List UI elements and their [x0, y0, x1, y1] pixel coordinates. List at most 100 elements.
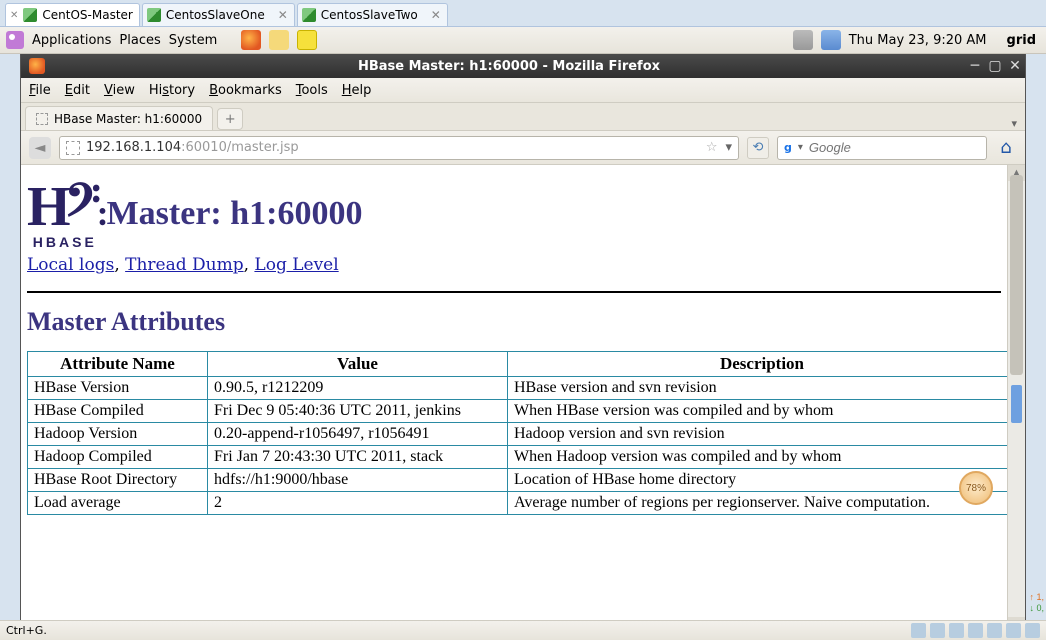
status-icon[interactable]	[1025, 623, 1040, 638]
vm-tab-strip: ✕ CentOS-Master CentosSlaveOne ✕ CentosS…	[0, 0, 1046, 27]
search-bar[interactable]: g ▾	[777, 136, 987, 160]
close-button[interactable]: ✕	[1005, 58, 1025, 74]
link-local-logs[interactable]: Local logs	[27, 255, 114, 275]
tab-list-dropdown[interactable]: ▾	[1011, 117, 1017, 130]
zoom-level-badge[interactable]: 78%	[959, 471, 993, 505]
table-cell: HBase Version	[28, 377, 208, 400]
table-cell: Fri Jan 7 20:43:30 UTC 2011, stack	[208, 446, 508, 469]
url-rest: :60010/master.jsp	[181, 140, 299, 155]
vm-icon	[147, 8, 161, 22]
browser-viewport: H𝄢: HBASE Master: h1:60000 Local logs, T…	[21, 165, 1025, 633]
bookmark-star-icon[interactable]: ☆	[706, 140, 718, 155]
reload-button[interactable]: ⟲	[747, 137, 769, 159]
table-row: HBase Root Directoryhdfs://h1:9000/hbase…	[28, 469, 1008, 492]
window-title: HBase Master: h1:60000 - Mozilla Firefox	[53, 59, 965, 74]
google-engine-icon[interactable]: g	[784, 141, 792, 155]
divider	[27, 291, 1001, 293]
url-history-dropdown-icon[interactable]: ▾	[725, 140, 732, 155]
scroll-thumb[interactable]	[1010, 175, 1023, 375]
back-button[interactable]: ◄	[29, 137, 51, 159]
hbase-logo: H𝄢: HBASE	[27, 179, 103, 249]
vm-tab-label: CentosSlaveTwo	[321, 8, 418, 22]
mail-launcher-icon[interactable]	[269, 30, 289, 50]
firefox-launcher-icon[interactable]	[241, 30, 261, 50]
firefox-icon	[29, 58, 45, 74]
table-cell: 2	[208, 492, 508, 515]
close-icon[interactable]: ✕	[10, 10, 18, 21]
net-activity-indicator: ↑ 1, ↓ 0,	[1029, 592, 1044, 614]
status-icon[interactable]	[911, 623, 926, 638]
col-description: Description	[508, 352, 1008, 377]
menu-view[interactable]: View	[104, 83, 135, 98]
page-content[interactable]: H𝄢: HBASE Master: h1:60000 Local logs, T…	[21, 165, 1007, 633]
table-header-row: Attribute Name Value Description	[28, 352, 1008, 377]
table-cell: 0.90.5, r1212209	[208, 377, 508, 400]
menu-edit[interactable]: Edit	[65, 83, 90, 98]
vm-tab-centosslaveone[interactable]: CentosSlaveOne ✕	[142, 3, 295, 26]
vertical-scrollbar[interactable]: ▲ ▼	[1007, 165, 1025, 633]
minimize-button[interactable]: ─	[965, 58, 985, 74]
favicon-placeholder-icon	[36, 113, 48, 125]
link-log-level[interactable]: Log Level	[254, 255, 338, 275]
menu-applications[interactable]: Applications	[32, 33, 111, 48]
table-cell: hdfs://h1:9000/hbase	[208, 469, 508, 492]
firefox-window: HBase Master: h1:60000 - Mozilla Firefox…	[20, 54, 1026, 634]
close-icon[interactable]: ✕	[431, 8, 441, 22]
panel-user[interactable]: grid	[1007, 33, 1036, 48]
vm-tab-centosslavetwo[interactable]: CentosSlaveTwo ✕	[297, 3, 448, 26]
status-icon[interactable]	[930, 623, 945, 638]
table-cell: Hadoop Version	[28, 423, 208, 446]
table-cell: Location of HBase home directory	[508, 469, 1008, 492]
table-cell: Hadoop Compiled	[28, 446, 208, 469]
menu-file[interactable]: File	[29, 83, 51, 98]
address-bar[interactable]: 192.168.1.104:60010/master.jsp ☆ ▾	[59, 136, 739, 160]
status-icon[interactable]	[987, 623, 1002, 638]
volume-icon[interactable]	[793, 30, 813, 50]
menu-help[interactable]: Help	[342, 83, 372, 98]
table-cell: When Hadoop version was compiled and by …	[508, 446, 1008, 469]
host-status-bar: Ctrl+G.	[0, 620, 1046, 640]
scroll-highlight	[1011, 385, 1022, 423]
section-heading: Master Attributes	[27, 307, 1001, 337]
menu-system[interactable]: System	[169, 33, 217, 48]
close-icon[interactable]: ✕	[278, 8, 288, 22]
gnome-foot-icon[interactable]	[6, 31, 24, 49]
engine-dropdown-icon[interactable]: ▾	[798, 142, 803, 153]
status-icon[interactable]	[968, 623, 983, 638]
table-cell: Fri Dec 9 05:40:36 UTC 2011, jenkins	[208, 400, 508, 423]
vm-tab-centos-master[interactable]: ✕ CentOS-Master	[5, 3, 140, 26]
firefox-menubar: File Edit View History Bookmarks Tools H…	[21, 78, 1025, 103]
new-tab-button[interactable]: +	[217, 108, 243, 130]
firefox-tab-row: HBase Master: h1:60000 + ▾	[21, 103, 1025, 131]
link-thread-dump[interactable]: Thread Dump	[125, 255, 243, 275]
download-arrow-icon: ↓ 0,	[1029, 603, 1044, 614]
table-cell: When HBase version was compiled and by w…	[508, 400, 1008, 423]
status-icon[interactable]	[1006, 623, 1021, 638]
url-host: 192.168.1.104	[86, 140, 181, 155]
menu-bookmarks[interactable]: Bookmarks	[209, 83, 282, 98]
network-icon[interactable]	[821, 30, 841, 50]
menu-tools[interactable]: Tools	[296, 83, 328, 98]
panel-clock[interactable]: Thu May 23, 9:20 AM	[849, 33, 987, 48]
window-titlebar[interactable]: HBase Master: h1:60000 - Mozilla Firefox…	[21, 54, 1025, 78]
table-cell: HBase Compiled	[28, 400, 208, 423]
notes-launcher-icon[interactable]	[297, 30, 317, 50]
status-icon[interactable]	[949, 623, 964, 638]
navigation-toolbar: ◄ 192.168.1.104:60010/master.jsp ☆ ▾ ⟲ g…	[21, 131, 1025, 165]
menu-history[interactable]: History	[149, 83, 195, 98]
menu-places[interactable]: Places	[119, 33, 160, 48]
browser-tab-hbase-master[interactable]: HBase Master: h1:60000	[25, 106, 213, 130]
table-cell: 0.20-append-r1056497, r1056491	[208, 423, 508, 446]
vm-tab-label: CentosSlaveOne	[166, 8, 265, 22]
table-cell: HBase Root Directory	[28, 469, 208, 492]
maximize-button[interactable]: ▢	[985, 58, 1005, 74]
site-identity-icon[interactable]	[66, 141, 80, 155]
search-input[interactable]	[809, 140, 987, 155]
table-row: HBase Version0.90.5, r1212209HBase versi…	[28, 377, 1008, 400]
vm-tab-label: CentOS-Master	[42, 8, 132, 22]
table-cell: Load average	[28, 492, 208, 515]
nav-links: Local logs, Thread Dump, Log Level	[27, 255, 1001, 275]
table-cell: Average number of regions per regionserv…	[508, 492, 1008, 515]
table-cell: Hadoop version and svn revision	[508, 423, 1008, 446]
home-button[interactable]: ⌂	[995, 137, 1017, 159]
